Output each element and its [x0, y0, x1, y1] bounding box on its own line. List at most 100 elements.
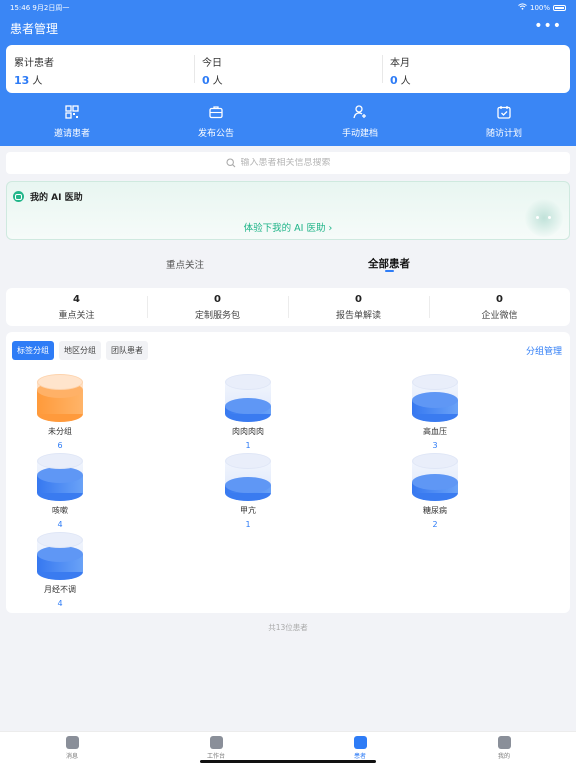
status-bar: 15:46 9月2日周一 100% [0, 0, 576, 14]
tab-all-patients[interactable]: 全部患者 [368, 256, 410, 271]
stat-today: 今日 0人 [194, 45, 382, 93]
group-name: 甲亢 [240, 506, 256, 515]
search-icon [225, 158, 235, 168]
count-label: 报告单解读 [335, 311, 381, 321]
summary-card: 累计患者 13 人 今日 0人 本月 0人 [6, 45, 570, 93]
invite-patient-label: 邀请患者 [53, 129, 90, 139]
group-count: 1 [245, 441, 251, 450]
patient-tabs: 重点关注 全部患者 [0, 248, 576, 278]
group-level-icon [37, 453, 83, 501]
group-level-icon [412, 374, 458, 422]
stat-total: 累计患者 13 人 [6, 45, 194, 93]
group-count: 6 [57, 441, 63, 450]
invite-patient-button[interactable]: 邀请患者 [0, 104, 144, 144]
count-value: 0 [214, 294, 221, 305]
group-item[interactable]: 咳嗽 4 [20, 453, 100, 529]
stat-label: 累计患者 [14, 58, 54, 69]
search-input[interactable] [240, 158, 351, 168]
page-title: 患者管理 [10, 22, 59, 36]
group-name: 高血压 [423, 427, 447, 436]
group-count: 3 [432, 441, 438, 450]
tab-region-group[interactable]: 地区分组 [59, 341, 101, 360]
battery-icon [553, 4, 566, 11]
count-service-package[interactable]: 0 定制服务包 [147, 288, 288, 326]
tabbar-label: 患者 [353, 753, 366, 760]
manual-record-button[interactable]: 手动建档 [288, 104, 432, 144]
group-name: 糖尿病 [423, 506, 447, 515]
wifi-icon [518, 3, 527, 12]
count-value: 0 [496, 294, 503, 305]
ai-assistant-link[interactable]: 体验下我的 AI 医助 › [7, 220, 569, 234]
tabbar-messages[interactable]: 消息 [0, 732, 144, 768]
category-counts: 4 重点关注 0 定制服务包 0 报告单解读 0 企业微信 [6, 288, 570, 326]
chat-icon [65, 736, 79, 749]
home-indicator [200, 760, 376, 763]
stat-label: 今日 [202, 58, 222, 69]
stat-unit: 人 [32, 76, 43, 87]
group-count: 1 [245, 520, 251, 529]
count-label: 企业微信 [481, 311, 518, 321]
robot-icon [525, 199, 563, 237]
count-label: 定制服务包 [194, 311, 240, 321]
group-count: 4 [57, 520, 63, 529]
group-name: 未分组 [48, 427, 72, 436]
battery-percent: 100% [529, 3, 550, 12]
tabbar-label: 消息 [65, 753, 78, 760]
manual-record-label: 手动建档 [341, 129, 378, 139]
qr-code-icon [65, 105, 79, 119]
stat-month: 本月 0人 [382, 45, 570, 93]
count-label: 重点关注 [58, 311, 95, 321]
ai-assistant-card[interactable]: 我的 AI 医助 体验下我的 AI 医助 › [6, 181, 570, 240]
stat-value: 0 [202, 74, 210, 87]
tabbar-label: 工作台 [206, 753, 225, 760]
count-focus[interactable]: 4 重点关注 [6, 288, 147, 326]
tab-focus[interactable]: 重点关注 [166, 257, 204, 271]
home-icon [209, 736, 223, 749]
publish-notice-label: 发布公告 [197, 129, 234, 139]
stat-value: 13 [14, 74, 30, 87]
followup-plan-button[interactable]: 随访计划 [432, 104, 576, 144]
tabbar-label: 我的 [497, 753, 510, 760]
search-bar[interactable] [6, 152, 570, 174]
stat-unit: 人 [400, 76, 411, 87]
stat-unit: 人 [212, 76, 223, 87]
more-button[interactable]: ••• [534, 18, 562, 34]
stat-label: 本月 [390, 58, 410, 69]
briefcase-icon [209, 106, 223, 119]
active-tab-indicator [385, 270, 394, 272]
count-report-reading[interactable]: 0 报告单解读 [288, 288, 429, 326]
profile-icon [497, 736, 511, 749]
group-panel: 标签分组 地区分组 团队患者 分组管理 未分组 6 肉肉肉肉 1 高血压 3 咳嗽 4 甲亢 1 糖… [6, 332, 570, 613]
calendar-check-icon [497, 106, 511, 119]
patients-icon [353, 736, 367, 749]
count-value: 4 [73, 294, 80, 305]
tabbar-profile[interactable]: 我的 [432, 732, 576, 768]
count-wecom[interactable]: 0 企业微信 [429, 288, 570, 326]
group-item[interactable]: 未分组 6 [20, 374, 100, 450]
group-item[interactable]: 糖尿病 2 [395, 453, 475, 529]
group-type-tabs: 标签分组 地区分组 团队患者 [12, 341, 148, 360]
group-name: 咳嗽 [52, 506, 68, 515]
tab-team-patients[interactable]: 团队患者 [106, 341, 148, 360]
group-count: 2 [432, 520, 438, 529]
group-level-icon [37, 374, 83, 422]
total-patients: 共13位患者 [268, 623, 308, 632]
group-item[interactable]: 月经不调 4 [20, 532, 100, 608]
group-level-icon [412, 453, 458, 501]
group-level-icon [225, 453, 271, 501]
group-item[interactable]: 高血压 3 [395, 374, 475, 450]
group-level-icon [37, 532, 83, 580]
status-time: 15:46 9月2日周一 [10, 4, 70, 12]
group-item[interactable]: 肉肉肉肉 1 [208, 374, 288, 450]
publish-notice-button[interactable]: 发布公告 [144, 104, 288, 144]
followup-plan-label: 随访计划 [485, 129, 522, 139]
quick-actions: 邀请患者 发布公告 手动建档 随访计划 [0, 104, 576, 144]
count-value: 0 [355, 294, 362, 305]
stat-value: 0 [390, 74, 398, 87]
group-level-icon [225, 374, 271, 422]
group-count: 4 [57, 599, 63, 608]
ai-assistant-icon [13, 191, 24, 202]
group-manage-link[interactable]: 分组管理 [526, 344, 562, 357]
tab-tag-group[interactable]: 标签分组 [12, 341, 54, 360]
group-item[interactable]: 甲亢 1 [208, 453, 288, 529]
